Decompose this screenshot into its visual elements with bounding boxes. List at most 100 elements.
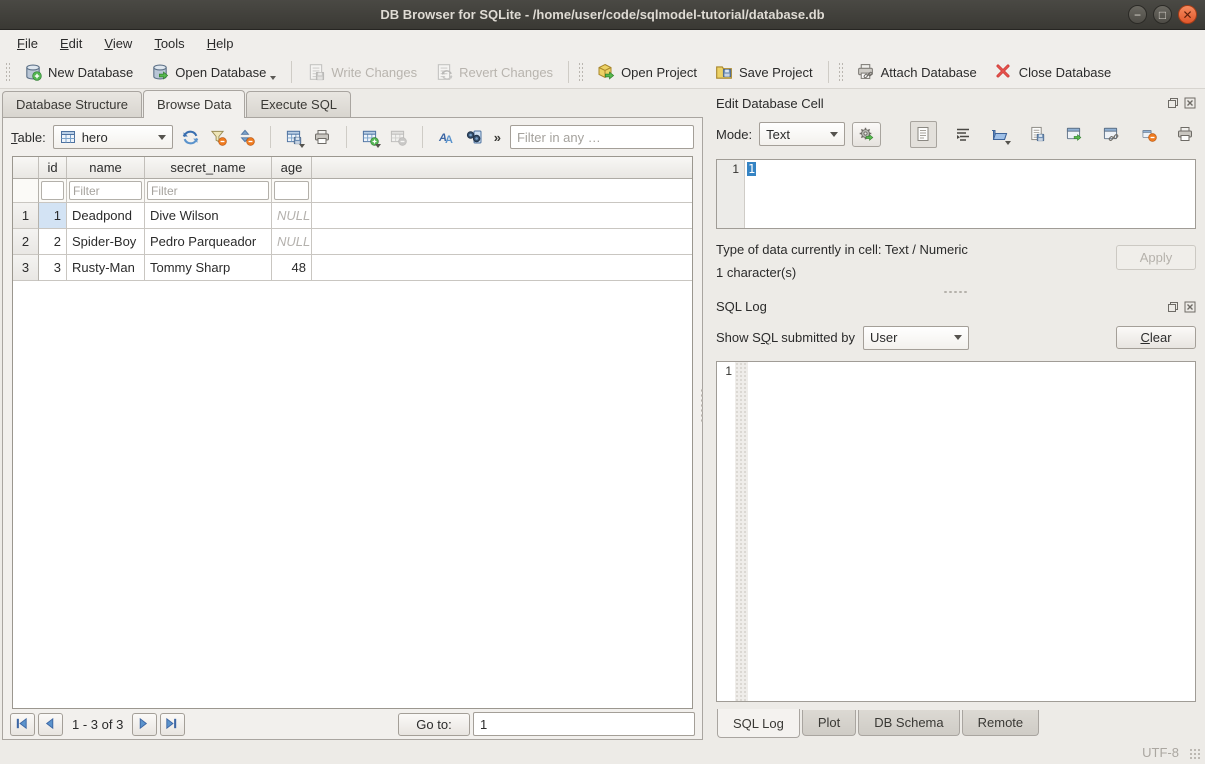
cell-id[interactable]: 3 <box>39 255 67 281</box>
filter-any-column-input[interactable] <box>510 125 694 149</box>
previous-page-button[interactable] <box>38 713 63 736</box>
tab-database-structure[interactable]: Database Structure <box>2 91 142 117</box>
edit-cell-dock-title: Edit Database Cell <box>716 93 1196 113</box>
print-table-button[interactable] <box>312 127 333 148</box>
menu-help[interactable]: Help <box>198 33 243 54</box>
float-icon <box>1167 97 1179 109</box>
save-file-icon <box>1029 126 1046 143</box>
clear-filters-button[interactable] <box>208 127 229 148</box>
mode-select[interactable]: Text <box>759 122 845 146</box>
table-select[interactable]: hero <box>53 125 173 149</box>
tab-execute-sql[interactable]: Execute SQL <box>246 91 351 117</box>
cell-name[interactable]: Deadpond <box>67 203 145 229</box>
panel-splitter[interactable] <box>700 388 705 422</box>
last-page-button[interactable] <box>160 713 185 736</box>
goto-button[interactable]: Go to: <box>398 713 470 736</box>
open-database-button[interactable]: Open Database <box>142 59 285 85</box>
cell-age[interactable]: NULL <box>272 203 312 229</box>
cell-id[interactable]: 1 <box>39 203 67 229</box>
word-wrap-button[interactable] <box>953 124 974 145</box>
column-header-id[interactable]: id <box>39 157 67 179</box>
cell-type-info: Type of data currently in cell: Text / N… <box>716 239 1116 262</box>
cell-secret-name[interactable]: Pedro Parqueador <box>145 229 272 255</box>
toolbar-grip <box>578 62 585 82</box>
cell-editor[interactable]: 1 1 <box>716 159 1196 229</box>
column-header-secret-name[interactable]: secret_name <box>145 157 272 179</box>
delete-record-button <box>388 127 409 148</box>
maximize-button[interactable]: □ <box>1153 5 1172 24</box>
set-null-button[interactable] <box>1138 124 1159 145</box>
editor-content[interactable]: 1 <box>745 160 1195 228</box>
print-cell-button[interactable] <box>1175 124 1196 145</box>
resize-grip[interactable] <box>1189 748 1202 761</box>
cell-age[interactable]: 48 <box>272 255 312 281</box>
cell-secret-name[interactable]: Tommy Sharp <box>145 255 272 281</box>
menu-edit[interactable]: Edit <box>51 33 91 54</box>
menu-view[interactable]: View <box>95 33 141 54</box>
cell-name[interactable]: Rusty-Man <box>67 255 145 281</box>
dock-tab-db-schema[interactable]: DB Schema <box>858 710 959 736</box>
auto-format-button[interactable] <box>852 122 881 147</box>
log-content <box>748 362 1195 702</box>
column-header-name[interactable]: name <box>67 157 145 179</box>
open-external-icon <box>1066 126 1083 143</box>
cell-id[interactable]: 2 <box>39 229 67 255</box>
row-number: 1 <box>13 203 39 229</box>
last-page-icon <box>164 716 181 733</box>
save-project-button[interactable]: Save Project <box>706 59 822 85</box>
main-toolbar: New Database Open Database Write Changes… <box>0 56 1205 89</box>
close-button[interactable]: ✕ <box>1178 5 1197 24</box>
menu-file[interactable]: File <box>8 33 47 54</box>
export-data-button[interactable] <box>1027 124 1048 145</box>
clear-sorting-button[interactable] <box>236 127 257 148</box>
save-table-button[interactable] <box>284 127 305 148</box>
insert-record-button[interactable] <box>360 127 381 148</box>
table-row: 3 3 Rusty-Man Tommy Sharp 48 <box>13 255 692 281</box>
minimize-button[interactable]: − <box>1128 5 1147 24</box>
edit-display-format-button[interactable] <box>436 127 457 148</box>
dock-tab-sql-log[interactable]: SQL Log <box>717 709 800 738</box>
filter-name-input[interactable] <box>69 181 142 200</box>
toolbar-overflow-chevron[interactable]: » <box>492 130 503 145</box>
clear-log-button[interactable]: Clear <box>1116 326 1196 349</box>
text-document-icon <box>915 126 932 143</box>
refresh-button[interactable] <box>180 127 201 148</box>
close-database-button[interactable]: Close Database <box>986 59 1121 85</box>
close-dock-button[interactable] <box>1183 300 1196 313</box>
first-page-button[interactable] <box>10 713 35 736</box>
next-page-button[interactable] <box>132 713 157 736</box>
cell-name[interactable]: Spider-Boy <box>67 229 145 255</box>
copy-link-button[interactable] <box>1101 124 1122 145</box>
text-mode-button[interactable] <box>910 121 937 148</box>
refresh-icon <box>182 129 199 146</box>
close-icon <box>1184 97 1196 109</box>
column-header-age[interactable]: age <box>272 157 312 179</box>
tab-browse-data[interactable]: Browse Data <box>143 90 245 118</box>
new-database-button[interactable]: New Database <box>15 59 142 85</box>
dock-tab-plot[interactable]: Plot <box>802 710 856 736</box>
filter-id-input[interactable] <box>41 181 64 200</box>
revert-changes-icon <box>435 63 453 81</box>
sql-source-select[interactable]: User <box>863 326 969 350</box>
dock-splitter[interactable] <box>716 287 1196 297</box>
sql-log-area[interactable]: 1 <box>716 361 1196 703</box>
filter-secret-name-input[interactable] <box>147 181 269 200</box>
goto-input[interactable] <box>473 712 695 736</box>
dock-tab-remote[interactable]: Remote <box>962 710 1040 736</box>
float-icon <box>1167 301 1179 313</box>
find-in-table-button[interactable] <box>464 127 485 148</box>
import-data-button[interactable] <box>990 124 1011 145</box>
cell-secret-name[interactable]: Dive Wilson <box>145 203 272 229</box>
open-project-button[interactable]: Open Project <box>588 59 706 85</box>
float-dock-button[interactable] <box>1166 300 1179 313</box>
browse-data-panel: Table: hero » id nam <box>2 117 703 740</box>
open-database-dropdown-caret[interactable] <box>270 76 276 80</box>
menu-tools[interactable]: Tools <box>145 33 193 54</box>
close-dock-button[interactable] <box>1183 97 1196 110</box>
cell-age[interactable]: NULL <box>272 229 312 255</box>
attach-database-button[interactable]: Attach Database <box>848 59 986 85</box>
filter-age-input[interactable] <box>274 181 309 200</box>
float-dock-button[interactable] <box>1166 97 1179 110</box>
open-in-external-button[interactable] <box>1064 124 1085 145</box>
browse-toolbar: Table: hero » <box>3 118 702 156</box>
